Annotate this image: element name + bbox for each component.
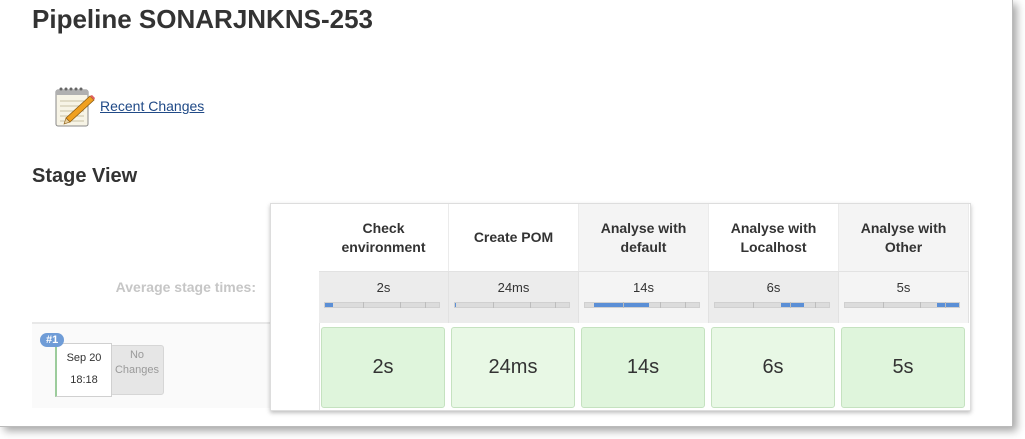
stage-column-create-pom: Create POM 24ms 24ms <box>449 204 579 410</box>
bar-tick <box>945 302 947 308</box>
stage-average-bar-fill <box>594 303 649 307</box>
bar-tick <box>492 302 494 308</box>
bar-tick <box>400 302 402 308</box>
build-changes-box: No Changes <box>110 345 164 395</box>
stage-header: Check environment <box>319 204 449 271</box>
bar-tick <box>882 302 884 308</box>
stage-header: Analyse with Other <box>839 204 969 271</box>
stage-column-analyse-localhost: Analyse with Localhost 6s 6s <box>709 204 839 410</box>
bar-tick <box>790 302 792 308</box>
bar-tick <box>530 302 532 308</box>
stage-average-bar-fill <box>781 303 804 307</box>
stage-average: 5s <box>839 271 969 323</box>
stage-cell[interactable]: 5s <box>841 327 965 408</box>
stage-view-table: Check environment 2s 2s Create POM 24ms 2… <box>270 203 971 411</box>
average-stage-times-label: Average stage times: <box>115 279 256 295</box>
stage-average-time: 2s <box>376 280 391 295</box>
stage-average: 2s <box>319 271 449 323</box>
stage-column-analyse-default: Analyse with default 14s 14s <box>579 204 709 410</box>
stage-average-time: 5s <box>896 280 911 295</box>
stage-average-bar-fill <box>455 303 457 307</box>
notepad-pencil-icon <box>55 87 95 127</box>
bar-tick <box>555 302 557 308</box>
stage-column-analyse-other: Analyse with Other 5s 5s <box>839 204 969 410</box>
build-date: Sep 20 <box>66 352 102 364</box>
stage-header: Analyse with default <box>579 204 709 271</box>
bar-tick <box>660 302 662 308</box>
stage-cell[interactable]: 14s <box>581 327 705 408</box>
stage-table-lead-column <box>271 204 320 410</box>
bar-tick <box>920 302 922 308</box>
stage-average-time: 14s <box>633 280 654 295</box>
build-time: 18:18 <box>70 374 98 386</box>
stage-cell[interactable]: 6s <box>711 327 835 408</box>
stage-average: 14s <box>579 271 709 323</box>
stage-average-bar <box>844 302 960 308</box>
bar-tick <box>425 302 427 308</box>
stage-average: 24ms <box>449 271 579 323</box>
bar-tick <box>362 302 364 308</box>
build-number-badge[interactable]: #1 <box>40 333 65 347</box>
no-changes-line1: No <box>129 349 145 361</box>
stage-column-check-environment: Check environment 2s 2s <box>319 204 449 410</box>
stage-cell[interactable]: 2s <box>321 327 445 408</box>
recent-changes-label[interactable]: Recent Changes <box>100 98 204 114</box>
stage-average-bar <box>324 302 440 308</box>
stage-average-bar <box>454 302 570 308</box>
bar-tick <box>622 302 624 308</box>
stage-view-heading: Stage View <box>32 165 138 187</box>
bar-tick <box>685 302 687 308</box>
stage-header: Analyse with Localhost <box>709 204 839 271</box>
stage-average-bar <box>714 302 830 308</box>
stage-average: 6s <box>709 271 839 323</box>
no-changes-line2: Changes <box>114 364 160 376</box>
recent-changes-link[interactable]: Recent Changes <box>52 84 204 128</box>
stage-header: Create POM <box>449 204 579 271</box>
stage-average-bar-fill <box>937 303 959 307</box>
stage-cell[interactable]: 24ms <box>451 327 575 408</box>
stage-average-time: 24ms <box>497 280 530 295</box>
build-date-box[interactable]: Sep 20 18:18 <box>55 343 112 397</box>
bar-tick <box>815 302 817 308</box>
bar-tick <box>752 302 754 308</box>
page-title: Pipeline SONARJNKNS-253 <box>32 4 373 34</box>
stage-average-bar-fill <box>325 303 333 307</box>
stage-average-bar <box>584 302 700 308</box>
stage-average-time: 6s <box>766 280 781 295</box>
